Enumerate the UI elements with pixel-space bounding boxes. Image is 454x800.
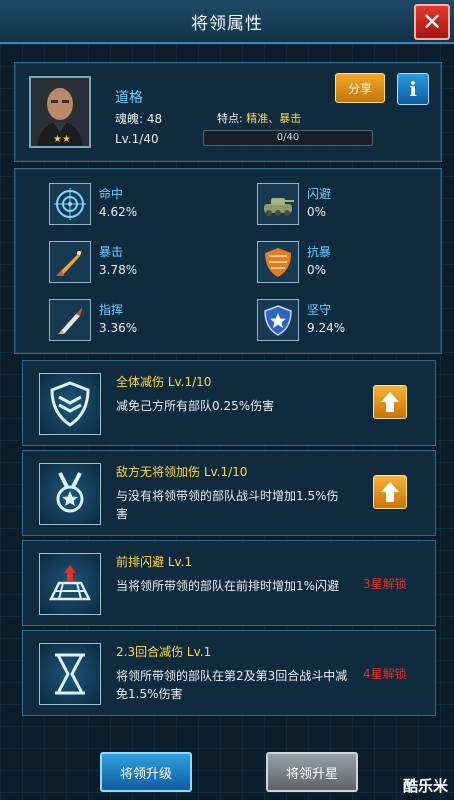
hero-level: Lv.1/40	[115, 132, 159, 146]
skill-description: 减免己方所有部队0.25%伤害	[116, 399, 275, 413]
formation-grid-icon	[39, 553, 101, 615]
stat-name: 闪避	[307, 187, 332, 201]
hero-trait-value: 精准、暴击	[246, 112, 302, 125]
skill-row: 2.3回合减伤 Lv.1 将领所带领的部队在第2及第3回合战斗中减免1.5%伤害…	[22, 630, 436, 716]
window-title: 将领属性	[191, 13, 263, 34]
skill-description: 当将领所带领的部队在前排时增加1%闪避	[116, 579, 340, 593]
tank-icon	[257, 183, 299, 225]
star-shield-icon	[257, 299, 299, 341]
target-icon	[49, 183, 91, 225]
close-icon: ✕	[421, 8, 443, 36]
hero-stars: ★★	[53, 134, 71, 145]
stat-dodge: 闪避 0%	[257, 183, 437, 229]
hero-trait: 特点: 精准、暴击	[217, 110, 301, 126]
stat-value: 9.24%	[307, 321, 346, 335]
hourglass-icon	[39, 643, 101, 705]
hero-star-up-button[interactable]: 将领升星	[266, 752, 358, 792]
skill-row: 前排闪避 Lv.1 当将领所带领的部队在前排时增加1%闪避 3星解锁	[22, 540, 436, 626]
striped-shield-icon	[257, 241, 299, 283]
skill-upgrade-button[interactable]	[373, 475, 407, 509]
rocket-icon	[49, 299, 91, 341]
title-bar: 将领属性 ✕	[0, 0, 454, 44]
medal-icon	[39, 463, 101, 525]
hero-upgrade-button[interactable]: 将领升级	[100, 752, 192, 792]
stat-value: 3.78%	[99, 263, 138, 277]
stat-name: 指挥	[99, 303, 124, 317]
share-button[interactable]: 分享	[335, 73, 385, 103]
skill-name: 敌方无将领加伤 Lv.1/10	[116, 465, 248, 479]
close-button[interactable]: ✕	[414, 4, 450, 40]
stat-command: 指挥 3.36%	[49, 299, 229, 345]
stat-value: 0%	[307, 205, 327, 219]
skill-upgrade-button[interactable]	[373, 385, 407, 419]
missile-icon	[49, 241, 91, 283]
skill-row: 敌方无将领加伤 Lv.1/10 与没有将领带领的部队战斗时增加1.5%伤害	[22, 450, 436, 536]
stat-value: 4.62%	[99, 205, 138, 219]
skill-row: 全体减伤 Lv.1/10 减免己方所有部队0.25%伤害	[22, 360, 436, 446]
hero-xp-text: 0/40	[276, 132, 300, 143]
arrow-up-icon	[381, 482, 399, 502]
arrow-up-icon	[381, 392, 399, 412]
stat-hit: 命中 4.62%	[49, 183, 229, 229]
chevron-shield-icon	[39, 373, 101, 435]
stat-name: 坚守	[307, 303, 332, 317]
skill-lock-status: 3星解锁	[363, 577, 407, 591]
skill-name: 前排闪避 Lv.1	[116, 555, 193, 569]
hero-name: 道格	[115, 90, 143, 106]
hero-trait-label: 特点:	[217, 112, 247, 125]
hero-xp-bar: 0/40	[203, 130, 373, 146]
stat-name: 命中	[99, 187, 124, 201]
stat-value: 3.36%	[99, 321, 138, 335]
skill-description: 与没有将领带领的部队战斗时增加1.5%伤害	[116, 489, 339, 521]
stat-defense: 坚守 9.24%	[257, 299, 437, 345]
stat-value: 0%	[307, 263, 327, 277]
stat-crit-resist: 抗暴 0%	[257, 241, 437, 287]
watermark: 酷乐米	[402, 777, 448, 795]
stats-panel: 命中 4.62% 闪避 0% 暴击 3.78% 抗暴 0% 指挥 3.36% 坚…	[14, 168, 442, 354]
skill-lock-status: 4星解锁	[363, 667, 407, 681]
stat-crit: 暴击 3.78%	[49, 241, 229, 287]
hero-soul: 魂魄: 48	[115, 112, 163, 126]
skill-description: 将领所带领的部队在第2及第3回合战斗中减免1.5%伤害	[116, 669, 348, 701]
skill-name: 全体减伤 Lv.1/10	[116, 375, 212, 389]
stat-name: 抗暴	[307, 245, 332, 259]
stat-name: 暴击	[99, 245, 124, 259]
skill-name: 2.3回合减伤 Lv.1	[116, 645, 212, 659]
info-button[interactable]: i	[397, 73, 429, 105]
hero-info-panel: ★★ 道格 魂魄: 48 特点: 精准、暴击 Lv.1/40 0/40 分享 i	[14, 62, 442, 162]
hero-portrait: ★★	[29, 76, 91, 148]
